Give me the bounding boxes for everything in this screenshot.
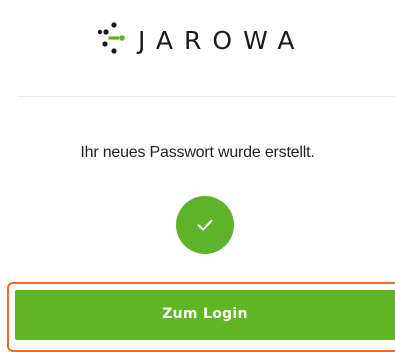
- header: JAROWA: [0, 0, 395, 96]
- brand-name: JAROWA: [138, 25, 306, 55]
- login-button-label: Zum Login: [162, 306, 248, 322]
- login-button[interactable]: Zum Login: [15, 290, 395, 340]
- check-icon: [197, 219, 213, 231]
- header-divider: [18, 96, 395, 97]
- success-badge: [176, 196, 234, 254]
- brand-logo: JAROWA: [92, 14, 306, 64]
- success-message: Ihr neues Passwort wurde erstellt.: [80, 144, 315, 161]
- jarowa-logo-icon: [97, 22, 125, 54]
